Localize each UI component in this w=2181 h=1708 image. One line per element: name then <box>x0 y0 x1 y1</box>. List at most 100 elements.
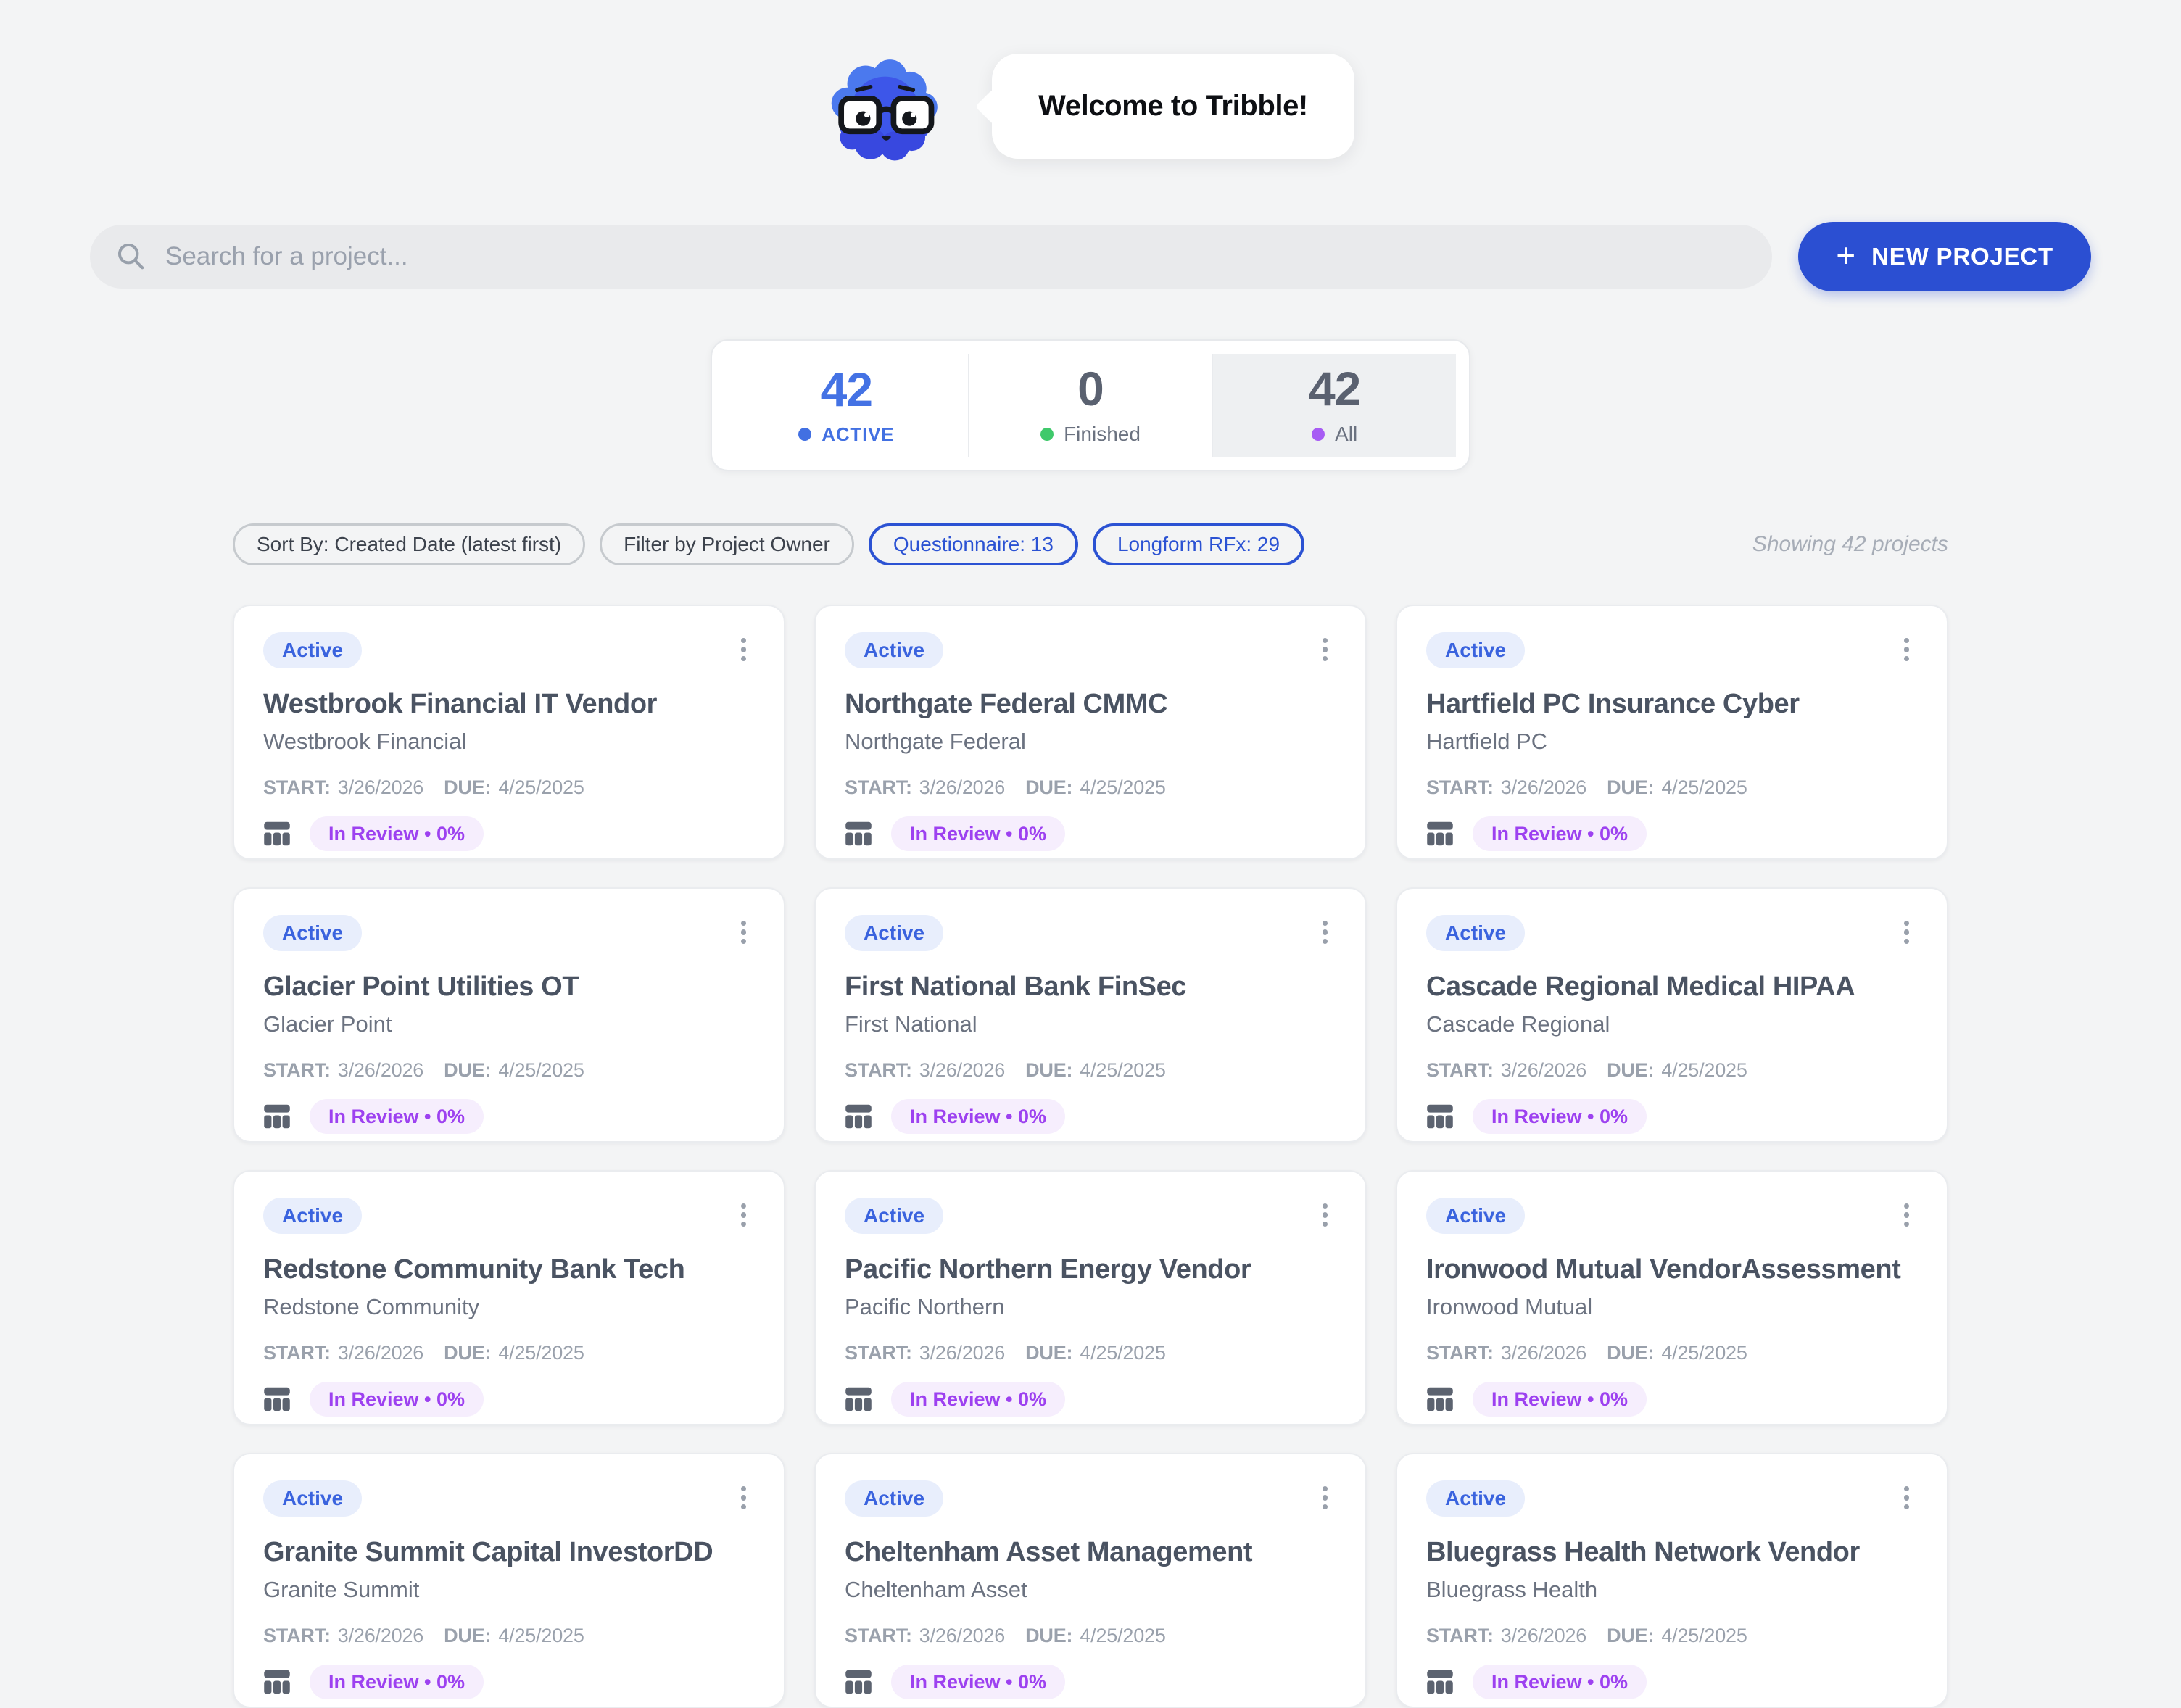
progress-badge: In Review • 0% <box>1473 1099 1647 1134</box>
progress-badge: In Review • 0% <box>891 1665 1065 1699</box>
table-columns-icon <box>845 821 872 846</box>
search-input[interactable] <box>165 242 1746 271</box>
table-columns-icon <box>263 1104 291 1129</box>
progress-badge: In Review • 0% <box>1473 1665 1647 1699</box>
due-label: DUE: <box>1025 1342 1072 1364</box>
new-project-button[interactable]: + NEW PROJECT <box>1798 222 2091 291</box>
progress-badge: In Review • 0% <box>310 816 484 851</box>
kebab-menu-icon[interactable] <box>732 915 755 950</box>
due-date: 4/25/2025 <box>1661 1342 1747 1364</box>
kebab-menu-icon[interactable] <box>732 1480 755 1515</box>
project-dates: START: 3/26/2026 DUE: 4/25/2025 <box>263 1342 755 1364</box>
stat-dot <box>1040 428 1054 441</box>
kebab-menu-icon[interactable] <box>732 632 755 667</box>
start-date: 3/26/2026 <box>1501 1625 1586 1647</box>
project-card[interactable]: Active Glacier Point Utilities OT Glacie… <box>233 887 785 1143</box>
project-title: Redstone Community Bank Tech <box>263 1254 755 1285</box>
kebab-menu-icon[interactable] <box>1314 915 1336 950</box>
table-columns-icon <box>263 1387 291 1411</box>
start-date: 3/26/2026 <box>338 1625 423 1647</box>
project-dates: START: 3/26/2026 DUE: 4/25/2025 <box>1426 776 1918 799</box>
stat-tab-finished[interactable]: 0 Finished <box>968 354 1214 457</box>
stat-label: ACTIVE <box>822 423 894 446</box>
project-card[interactable]: Active Granite Summit Capital InvestorDD… <box>233 1453 785 1708</box>
project-card[interactable]: Active Pacific Northern Energy Vendor Pa… <box>814 1170 1367 1425</box>
search-bar[interactable] <box>90 225 1772 289</box>
new-project-label: NEW PROJECT <box>1871 243 2053 270</box>
project-card[interactable]: Active Hartfield PC Insurance Cyber Hart… <box>1396 605 1948 860</box>
progress-badge: In Review • 0% <box>310 1382 484 1417</box>
kebab-menu-icon[interactable] <box>1314 1480 1336 1515</box>
project-client: Cascade Regional <box>1426 1011 1918 1037</box>
project-card[interactable]: Active Northgate Federal CMMC Northgate … <box>814 605 1367 860</box>
project-dates: START: 3/26/2026 DUE: 4/25/2025 <box>1426 1059 1918 1082</box>
project-card[interactable]: Active Ironwood Mutual VendorAssessment … <box>1396 1170 1948 1425</box>
project-title: Pacific Northern Energy Vendor <box>845 1254 1336 1285</box>
status-badge: Active <box>845 1198 943 1234</box>
due-date: 4/25/2025 <box>1080 1342 1165 1364</box>
start-label: START: <box>1426 1342 1494 1364</box>
project-dates: START: 3/26/2026 DUE: 4/25/2025 <box>845 1342 1336 1364</box>
project-title: Northgate Federal CMMC <box>845 689 1336 720</box>
plus-icon: + <box>1836 239 1855 272</box>
project-dates: START: 3/26/2026 DUE: 4/25/2025 <box>1426 1625 1918 1647</box>
start-date: 3/26/2026 <box>1501 1059 1586 1082</box>
stats-card: 42 ACTIVE 0 Finished 42 All <box>711 339 1470 471</box>
due-label: DUE: <box>1025 1059 1072 1082</box>
owner-filter-chip[interactable]: Filter by Project Owner <box>600 523 854 565</box>
project-client: First National <box>845 1011 1336 1037</box>
status-badge: Active <box>263 915 362 951</box>
project-dates: START: 3/26/2026 DUE: 4/25/2025 <box>263 776 755 799</box>
search-icon <box>116 241 146 272</box>
status-badge: Active <box>263 632 362 668</box>
due-date: 4/25/2025 <box>498 1342 584 1364</box>
project-card[interactable]: Active Westbrook Financial IT Vendor Wes… <box>233 605 785 860</box>
project-title: Bluegrass Health Network Vendor <box>1426 1537 1918 1568</box>
questionnaire-chip[interactable]: Questionnaire: 13 <box>869 523 1078 565</box>
project-card[interactable]: Active Bluegrass Health Network Vendor B… <box>1396 1453 1948 1708</box>
start-label: START: <box>845 776 912 799</box>
start-label: START: <box>845 1625 912 1647</box>
project-dates: START: 3/26/2026 DUE: 4/25/2025 <box>845 1059 1336 1082</box>
kebab-menu-icon[interactable] <box>1895 632 1918 667</box>
project-card[interactable]: Active Redstone Community Bank Tech Reds… <box>233 1170 785 1425</box>
status-badge: Active <box>845 1480 943 1517</box>
project-dates: START: 3/26/2026 DUE: 4/25/2025 <box>263 1059 755 1082</box>
status-badge: Active <box>263 1480 362 1517</box>
project-card[interactable]: Active First National Bank FinSec First … <box>814 887 1367 1143</box>
project-client: Ironwood Mutual <box>1426 1294 1918 1320</box>
stat-tab-all[interactable]: 42 All <box>1213 354 1456 457</box>
due-date: 4/25/2025 <box>1661 776 1747 799</box>
status-badge: Active <box>845 915 943 951</box>
project-title: Ironwood Mutual VendorAssessment <box>1426 1254 1918 1285</box>
project-dates: START: 3/26/2026 DUE: 4/25/2025 <box>1426 1342 1918 1364</box>
sort-chip[interactable]: Sort By: Created Date (latest first) <box>233 523 585 565</box>
start-date: 3/26/2026 <box>1501 776 1586 799</box>
due-label: DUE: <box>1025 776 1072 799</box>
stat-dot <box>1312 428 1325 441</box>
kebab-menu-icon[interactable] <box>1895 1480 1918 1515</box>
start-date: 3/26/2026 <box>919 1625 1005 1647</box>
start-label: START: <box>263 1625 331 1647</box>
due-date: 4/25/2025 <box>1080 776 1165 799</box>
stat-label: All <box>1335 423 1357 446</box>
kebab-menu-icon[interactable] <box>1895 915 1918 950</box>
due-label: DUE: <box>1025 1625 1072 1647</box>
table-columns-icon <box>845 1670 872 1694</box>
stat-dot <box>798 428 811 441</box>
due-date: 4/25/2025 <box>1080 1625 1165 1647</box>
kebab-menu-icon[interactable] <box>1895 1198 1918 1232</box>
project-card[interactable]: Active Cascade Regional Medical HIPAA Ca… <box>1396 887 1948 1143</box>
due-date: 4/25/2025 <box>1661 1059 1747 1082</box>
stat-value: 42 <box>821 365 872 413</box>
project-card[interactable]: Active Cheltenham Asset Management Chelt… <box>814 1453 1367 1708</box>
kebab-menu-icon[interactable] <box>1314 1198 1336 1232</box>
kebab-menu-icon[interactable] <box>1314 632 1336 667</box>
start-date: 3/26/2026 <box>919 1342 1005 1364</box>
stat-value: 0 <box>1077 365 1104 413</box>
due-label: DUE: <box>1607 776 1654 799</box>
kebab-menu-icon[interactable] <box>732 1198 755 1232</box>
stat-tab-active[interactable]: 42 ACTIVE <box>725 354 968 457</box>
longform-rfx-chip[interactable]: Longform RFx: 29 <box>1093 523 1304 565</box>
showing-count: Showing 42 projects <box>1752 532 1948 557</box>
